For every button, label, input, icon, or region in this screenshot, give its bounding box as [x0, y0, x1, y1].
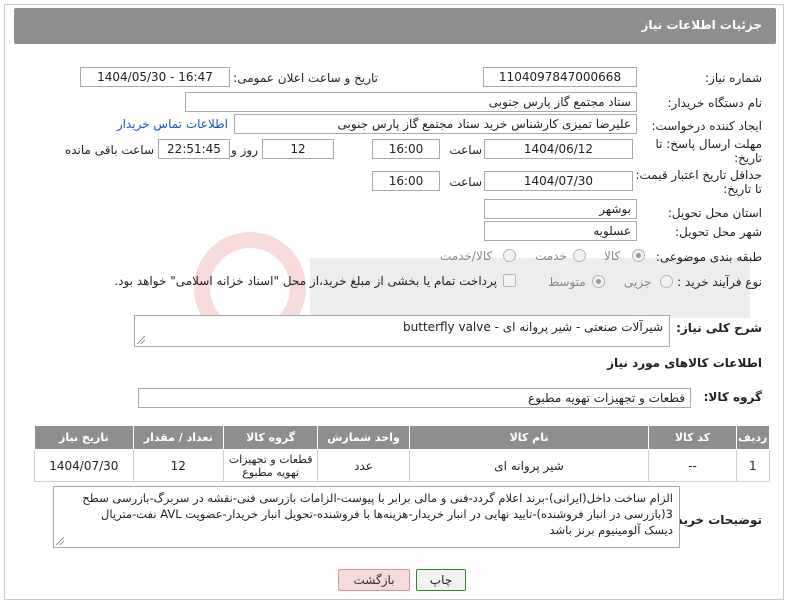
- goods-section-title: اطلاعات کالاهای مورد نیاز: [607, 356, 762, 370]
- deadline-days-field: 12: [262, 139, 334, 159]
- back-button[interactable]: بازگشت: [338, 569, 410, 591]
- goods-table-header: ردیف کد کالا نام کالا واحد شمارش گروه کا…: [34, 425, 771, 450]
- process-option-medium: متوسط: [548, 275, 586, 289]
- description-text: شیرآلات صنعتی - شیر پروانه ای - butterfl…: [403, 320, 663, 334]
- col-header-unit: واحد شمارش: [317, 425, 410, 450]
- page-title: جزئیات اطلاعات نیاز: [641, 18, 762, 32]
- category-option-service: خدمت: [535, 249, 567, 263]
- deadline-label-line2: تاریخ:: [734, 151, 762, 165]
- process-radio-medium[interactable]: [592, 275, 605, 288]
- buyer-notes-resize-handle[interactable]: [56, 537, 64, 545]
- process-radio-minor[interactable]: [660, 275, 673, 288]
- col-header-name: نام کالا: [408, 425, 650, 450]
- category-radio-goods-service[interactable]: [503, 249, 516, 262]
- deadline-date-field: 1404/06/12: [484, 139, 633, 159]
- description-label: شرح کلی نیاز:: [676, 321, 762, 335]
- buyer-notes-field: الزام ساخت داخل(ایرانی)-برند اعلام گردد-…: [53, 486, 680, 548]
- price-validity-date-field: 1404/07/30: [484, 171, 633, 191]
- category-radio-service[interactable]: [573, 249, 586, 262]
- announce-datetime-label: تاریخ و ساعت اعلان عمومی:: [233, 71, 378, 85]
- cell-row-number: 1: [735, 449, 771, 482]
- process-type-label: نوع فرآیند خرید :: [677, 275, 762, 289]
- need-number-label: شماره نیاز:: [705, 71, 762, 85]
- cell-date: 1404/07/30: [34, 449, 134, 482]
- creator-field: علیرضا تمیزی کارشناس خرید ستاد مجتمع گاز…: [234, 114, 637, 134]
- cell-quantity: 12: [132, 449, 224, 482]
- table-row: 1 -- شیر پروانه ای عدد قطعات و تجهیزات ت…: [34, 449, 771, 482]
- cell-group: قطعات و تجهیزات تهویه مطبوع: [222, 449, 319, 482]
- city-label: شهر محل تحویل:: [675, 225, 762, 239]
- creator-label: ایجاد کننده درخواست:: [651, 119, 762, 133]
- goods-table: ردیف کد کالا نام کالا واحد شمارش گروه کا…: [34, 425, 771, 482]
- deadline-days-label: روز و: [231, 143, 258, 157]
- process-option-minor: جزیی: [624, 275, 652, 289]
- need-number-field: 1104097847000668: [483, 67, 637, 87]
- city-field: عسلویه: [484, 221, 637, 241]
- category-option-goods: کالا: [604, 249, 621, 263]
- col-header-code: کد کالا: [648, 425, 737, 450]
- remaining-time-field: 22:51:45: [158, 139, 230, 159]
- announce-datetime-field: 1404/05/30 - 16:47: [80, 67, 230, 87]
- print-button[interactable]: چاپ: [416, 569, 466, 591]
- deadline-label-line1: مهلت ارسال پاسخ: تا: [655, 137, 762, 151]
- price-validity-label-line2: تا تاریخ:: [723, 182, 762, 196]
- price-validity-time-field: 16:00: [372, 171, 440, 191]
- category-option-goods-service: کالا/خدمت: [440, 249, 493, 263]
- col-header-row: ردیف: [735, 425, 771, 450]
- buyer-notes-line-2: 3(بازرسی در انبار فروشنده)-تایید نهایی د…: [101, 507, 673, 521]
- cell-code: --: [648, 449, 737, 482]
- col-header-quantity: تعداد / مقدار: [132, 425, 224, 450]
- category-radio-goods[interactable]: [632, 249, 645, 262]
- treasury-payment-note: پرداخت تمام یا بخشی از مبلغ خرید،از محل …: [114, 274, 497, 288]
- buyer-contact-link[interactable]: اطلاعات تماس خریدار: [117, 117, 228, 131]
- cell-name: شیر پروانه ای: [408, 449, 650, 482]
- buyer-org-label: نام دستگاه خریدار:: [667, 96, 763, 110]
- category-label: طبقه بندی موضوعی:: [655, 250, 762, 264]
- province-label: استان محل تحویل:: [667, 206, 762, 220]
- goods-group-label: گروه کالا:: [703, 390, 762, 404]
- province-field: بوشهر: [484, 199, 637, 219]
- buyer-org-field: ستاد مجتمع گاز پارس جنوبی: [185, 92, 637, 112]
- treasury-payment-checkbox[interactable]: [503, 274, 516, 287]
- goods-group-field: قطعات و تجهیزات تهویه مطبوع: [138, 388, 691, 408]
- description-field: شیرآلات صنعتی - شیر پروانه ای - butterfl…: [134, 315, 670, 347]
- cell-unit: عدد: [317, 449, 410, 482]
- remaining-time-label: ساعت باقی مانده: [64, 143, 154, 157]
- page-header: جزئیات اطلاعات نیاز: [14, 8, 776, 44]
- col-header-date: تاریخ نیاز: [34, 425, 134, 450]
- price-validity-label-line1: حداقل تاریخ اعتبار قیمت:: [635, 168, 762, 182]
- buyer-notes-line-1: الزام ساخت داخل(ایرانی)-برند اعلام گردد-…: [82, 491, 673, 505]
- deadline-time-label: ساعت: [449, 143, 482, 157]
- col-header-group: گروه کالا: [222, 425, 319, 450]
- price-validity-time-label: ساعت: [449, 175, 482, 189]
- deadline-time-field: 16:00: [372, 139, 440, 159]
- buyer-notes-line-3: دیسک آلومینیوم برنز باشد: [549, 523, 673, 537]
- description-resize-handle[interactable]: [137, 336, 145, 344]
